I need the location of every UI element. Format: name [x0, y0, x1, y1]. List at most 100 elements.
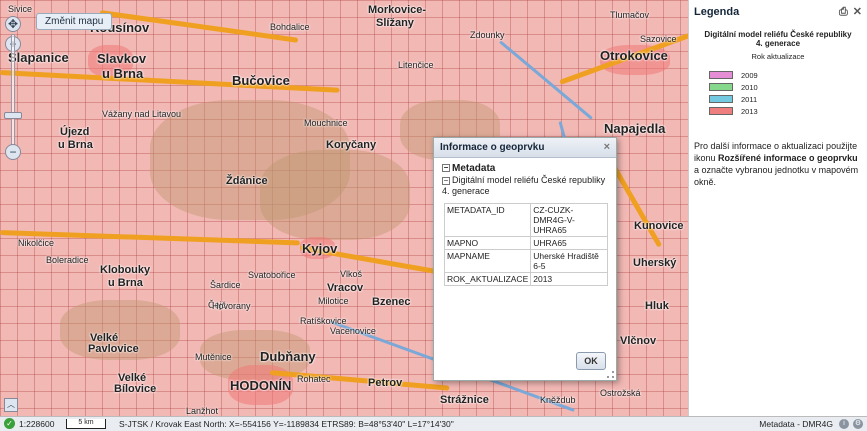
- map-place-label: Boleradice: [46, 255, 89, 265]
- map-place-label: Kunovice: [634, 220, 684, 232]
- map-place-label: Vracov: [327, 282, 364, 294]
- metadata-tree-node[interactable]: − Metadata: [442, 163, 608, 174]
- map-place-label: Slavkov: [97, 51, 147, 66]
- river: [499, 40, 593, 120]
- map-place-label: Bohdalice: [270, 22, 310, 32]
- map-place-label: Dubňany: [260, 349, 316, 364]
- print-icon[interactable]: ⎙: [839, 6, 848, 18]
- map-place-label: Otrokovice: [600, 48, 668, 63]
- status-bar: ✓ 1:228600 5 km S-JTSK / Krovak East Nor…: [0, 416, 867, 431]
- legend-swatch: [709, 71, 733, 79]
- metadata-tree-subtitle: Digitální model reliéfu České republiky …: [442, 175, 606, 196]
- map-place-label: Vacenovice: [330, 326, 376, 336]
- map-place-label: Vážany nad Litavou: [102, 109, 182, 119]
- map-place-label: Koryčany: [326, 139, 377, 151]
- change-map-button[interactable]: Změnit mapu: [36, 13, 113, 30]
- legend-info-text: Pro další informace o aktualizaci použij…: [694, 140, 864, 188]
- map-place-label: u Brna: [102, 66, 144, 81]
- map-place-label: Újezd: [60, 126, 90, 138]
- map-place-label: Bzenec: [372, 296, 411, 308]
- collapse-tree-icon[interactable]: −: [442, 164, 450, 173]
- info-icon[interactable]: i: [839, 419, 849, 429]
- metadata-key: MAPNO: [443, 236, 532, 250]
- forest-area: [260, 150, 410, 240]
- dialog-body: − Metadata − Digitální model reliéfu České…: [434, 158, 616, 291]
- collapse-tree-icon[interactable]: −: [442, 176, 450, 185]
- map-place-label: Rohatec: [297, 374, 331, 384]
- map-place-label: Ratíškovice: [300, 316, 347, 326]
- table-row: METADATA_ID CZ-CUZK-DMR4G-V-UHRA65: [443, 203, 608, 237]
- settings-icon[interactable]: ⚙: [853, 419, 863, 429]
- map-place-label: Zdounky: [470, 30, 505, 40]
- metadata-value: Uherské Hradiště 6-5: [530, 249, 608, 273]
- legend-item-label: 2010: [741, 82, 758, 92]
- map-place-label: Sazovice: [640, 34, 677, 44]
- ok-button[interactable]: OK: [576, 352, 606, 370]
- legend-item-label: 2009: [741, 70, 758, 80]
- map-place-label: Nikolčice: [18, 238, 55, 248]
- map-place-label: HODONÍN: [230, 378, 292, 393]
- zoom-slider-handle[interactable]: [4, 112, 22, 119]
- table-row: MAPNO UHRA65: [443, 236, 608, 250]
- pan-icon[interactable]: ✥: [5, 16, 21, 32]
- map-place-label: Hovorany: [212, 301, 251, 311]
- table-row: MAPNAME Uherské Hradiště 6-5: [443, 249, 608, 273]
- metadata-value: 2013: [530, 272, 608, 286]
- legend-layer-title: Digitální model reliéfu České republiky …: [704, 30, 852, 48]
- legend-item: 2009: [709, 69, 867, 81]
- map-place-label: Sivice: [8, 4, 33, 14]
- legend-swatch: [709, 107, 733, 115]
- legend-info-bold: Rozšířené informace o geoprvku: [718, 153, 858, 163]
- legend-item: 2010: [709, 81, 867, 93]
- map-place-label: Tlumačov: [610, 10, 650, 20]
- map-place-label: Ostrožská: [600, 388, 641, 398]
- close-icon[interactable]: ×: [604, 141, 610, 153]
- legend-item: 2011: [709, 93, 867, 105]
- map-place-label: u Brna: [108, 277, 143, 289]
- map-place-label: Klobouky: [100, 264, 151, 276]
- legend-item: 2013: [709, 105, 867, 117]
- metadata-value: UHRA65: [530, 236, 608, 250]
- map-place-label: Vlkoš: [340, 269, 363, 279]
- feature-info-dialog: Informace o geoprvku × − Metadata − Digitá…: [433, 137, 617, 381]
- metadata-tree-child[interactable]: − Digitální model reliéfu České republiky…: [442, 175, 608, 197]
- map-place-label: Mutěnice: [195, 352, 232, 362]
- legend-swatch: [709, 95, 733, 103]
- metadata-value: CZ-CUZK-DMR4G-V-UHRA65: [530, 203, 608, 237]
- map-place-label: Uherský: [633, 257, 677, 269]
- map-place-label: Hluk: [645, 300, 669, 312]
- scale-bar: 5 km: [66, 419, 106, 429]
- map-place-label: Mouchnice: [304, 118, 348, 128]
- resize-grip-icon[interactable]: [607, 371, 614, 378]
- dialog-header[interactable]: Informace o geoprvku ×: [434, 138, 616, 158]
- zoom-out-icon[interactable]: −: [5, 144, 21, 160]
- check-icon: ✓: [4, 418, 15, 429]
- legend-item-label: 2011: [741, 94, 758, 104]
- map-place-label: Strážnice: [440, 394, 489, 406]
- map-view[interactable]: Rousínov Slapanice Slavkov u Brna Bučovice Mo…: [0, 0, 688, 416]
- legend-items: 2009 2010 2011 2013: [709, 69, 867, 117]
- collapse-panel-icon[interactable]: ︿: [4, 398, 18, 412]
- legend-header: Legenda ⎙ ✕: [689, 0, 867, 24]
- map-place-label: Kyjov: [302, 241, 338, 256]
- legend-swatch: [709, 83, 733, 91]
- map-place-label: Kněždub: [540, 395, 576, 405]
- close-icon[interactable]: ✕: [853, 6, 862, 18]
- metadata-key: METADATA_ID: [443, 203, 532, 237]
- map-place-label: Svatobořice: [248, 270, 296, 280]
- metadata-table: METADATA_ID CZ-CUZK-DMR4G-V-UHRA65 MAPNO UH…: [443, 203, 608, 286]
- zoom-slider-track[interactable]: [11, 34, 15, 154]
- coordinates-readout: S-JTSK / Krovak East North: X=-554156 Y=…: [119, 419, 454, 429]
- zoom-control[interactable]: ✥ + −: [4, 16, 22, 161]
- table-row: ROK_AKTUALIZACE 2013: [443, 272, 608, 286]
- legend-panel: Legenda ⎙ ✕ Digitální model reliéfu České…: [688, 0, 867, 416]
- active-layer-label: Metadata - DMR4G: [759, 419, 833, 429]
- map-place-label: Bílovice: [114, 383, 157, 395]
- legend-item-label: 2013: [741, 106, 758, 116]
- map-place-label: Pavlovice: [88, 343, 139, 355]
- legend-info-part2: a označte vybranou jednotku v mapovém ok…: [694, 165, 859, 187]
- map-place-label: Litenčice: [398, 60, 434, 70]
- map-place-label: Bučovice: [232, 73, 290, 88]
- map-scale: 1:228600: [19, 419, 55, 429]
- legend-header-title: Legenda: [694, 6, 740, 18]
